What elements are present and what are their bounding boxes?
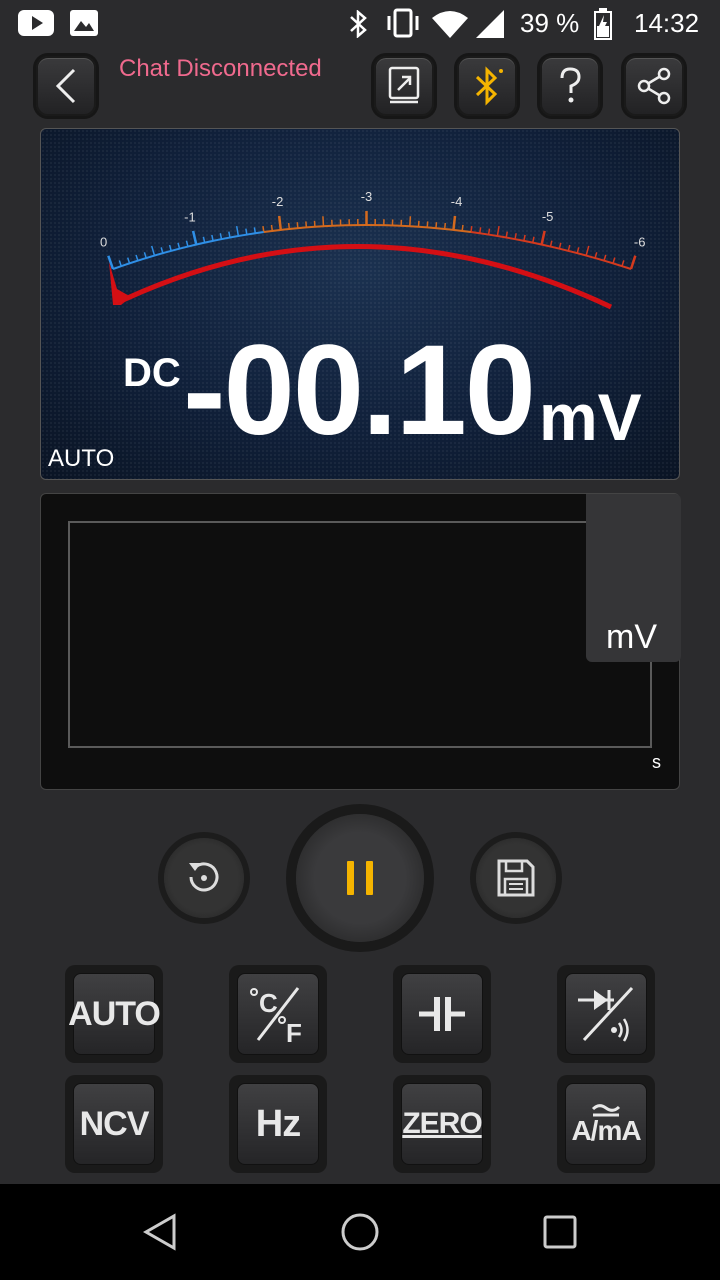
main-reading: -00.10 xyxy=(183,319,536,462)
gauge-tick-label: -3 xyxy=(361,189,373,204)
gauge-tick xyxy=(452,215,457,231)
gauge-scale: 0 -1 -2 -3 -4 -5 -6 xyxy=(100,189,646,270)
celsius-fahrenheit-icon: C F xyxy=(250,987,302,1046)
vibrate-icon xyxy=(387,8,419,38)
wifi-icon xyxy=(432,11,468,38)
gauge-scale-arc xyxy=(263,223,472,234)
gauge-tick-label: 0 xyxy=(100,235,107,250)
battery-percent: 39 % xyxy=(520,8,580,38)
capacitance-key[interactable] xyxy=(393,965,491,1063)
save-button[interactable] xyxy=(476,838,556,918)
ncv-key[interactable]: NCV xyxy=(65,1075,163,1173)
temperature-key[interactable]: C F xyxy=(229,965,327,1063)
current-key[interactable]: A/mA xyxy=(557,1075,655,1173)
export-button[interactable] xyxy=(374,56,434,116)
recents-icon[interactable] xyxy=(542,1214,578,1250)
gauge-tick-label: -6 xyxy=(634,234,646,249)
gauge-tick xyxy=(277,215,283,231)
gauge-tick-label: -4 xyxy=(451,194,463,209)
diode-continuity-key[interactable] xyxy=(557,965,655,1063)
zero-key-label: ZERO xyxy=(402,1107,482,1140)
meter-display: 0 -1 -2 -3 -4 -5 -6 DC -00.10 mV AUTO xyxy=(40,128,680,480)
gauge-tick xyxy=(191,230,198,245)
export-icon xyxy=(388,66,420,104)
gauge-tick xyxy=(107,255,115,270)
image-icon xyxy=(70,10,98,36)
gauge-scale-arc xyxy=(112,231,264,270)
reading-unit: mV xyxy=(539,380,642,454)
back-icon[interactable] xyxy=(140,1212,180,1252)
plot-area xyxy=(68,521,652,748)
range-mode-label: AUTO xyxy=(48,445,115,472)
pause-icon xyxy=(347,861,373,895)
clock: 14:32 xyxy=(634,8,700,38)
x-unit-label: s xyxy=(652,752,661,772)
navigation-bar xyxy=(0,1184,720,1280)
share-icon xyxy=(637,67,671,105)
svg-text:C: C xyxy=(259,988,278,1018)
hz-key-label: Hz xyxy=(255,1102,301,1145)
home-icon[interactable] xyxy=(340,1212,380,1252)
zero-key[interactable]: ZERO xyxy=(393,1075,491,1173)
youtube-icon xyxy=(18,10,54,36)
gauge-tick xyxy=(540,230,546,245)
pause-button[interactable] xyxy=(296,814,424,942)
svg-text:F: F xyxy=(286,1018,302,1046)
gauge-tick xyxy=(235,226,240,237)
mode-label: DC xyxy=(123,351,181,395)
save-icon xyxy=(497,859,535,897)
reset-button[interactable] xyxy=(164,838,244,918)
question-icon xyxy=(560,67,581,103)
gauge-tick xyxy=(150,245,156,256)
hz-key[interactable]: Hz xyxy=(229,1075,327,1173)
status-bar: 39 % 14:32 xyxy=(0,0,720,48)
gauge-tick xyxy=(629,255,637,270)
help-button[interactable] xyxy=(540,56,600,116)
diode-continuity-icon xyxy=(578,986,634,1042)
bluetooth-button[interactable] xyxy=(457,56,517,116)
capacitor-icon xyxy=(419,997,465,1031)
ncv-key-label: NCV xyxy=(79,1104,150,1143)
bluetooth-icon xyxy=(350,10,367,38)
chat-status: Chat Disconnected xyxy=(119,55,322,82)
gauge-tick xyxy=(322,216,325,227)
auto-key-label: AUTO xyxy=(68,994,161,1033)
gauge-tick xyxy=(496,226,500,237)
bluetooth-icon xyxy=(475,66,503,106)
share-button[interactable] xyxy=(624,56,684,116)
gauge-tick-label: -5 xyxy=(542,209,554,224)
chevron-left-icon xyxy=(55,68,76,104)
y-unit-label: mV xyxy=(606,618,657,656)
battery-icon xyxy=(594,8,612,40)
signal-icon xyxy=(476,10,504,38)
back-button[interactable] xyxy=(36,56,96,116)
gauge-tick-label: -1 xyxy=(184,209,196,224)
analog-gauge: 0 -1 -2 -3 -4 -5 -6 xyxy=(100,189,646,310)
unit-tab: mV xyxy=(586,494,681,662)
trend-graph: mV s xyxy=(40,493,681,790)
gauge-tick-label: -2 xyxy=(272,194,284,209)
current-key-label: A/mA xyxy=(571,1115,641,1146)
auto-key[interactable]: AUTO xyxy=(65,965,163,1063)
gauge-tick xyxy=(585,245,590,256)
gauge-red-arc xyxy=(119,243,613,310)
gauge-tick xyxy=(409,216,412,227)
reset-icon xyxy=(189,862,219,892)
